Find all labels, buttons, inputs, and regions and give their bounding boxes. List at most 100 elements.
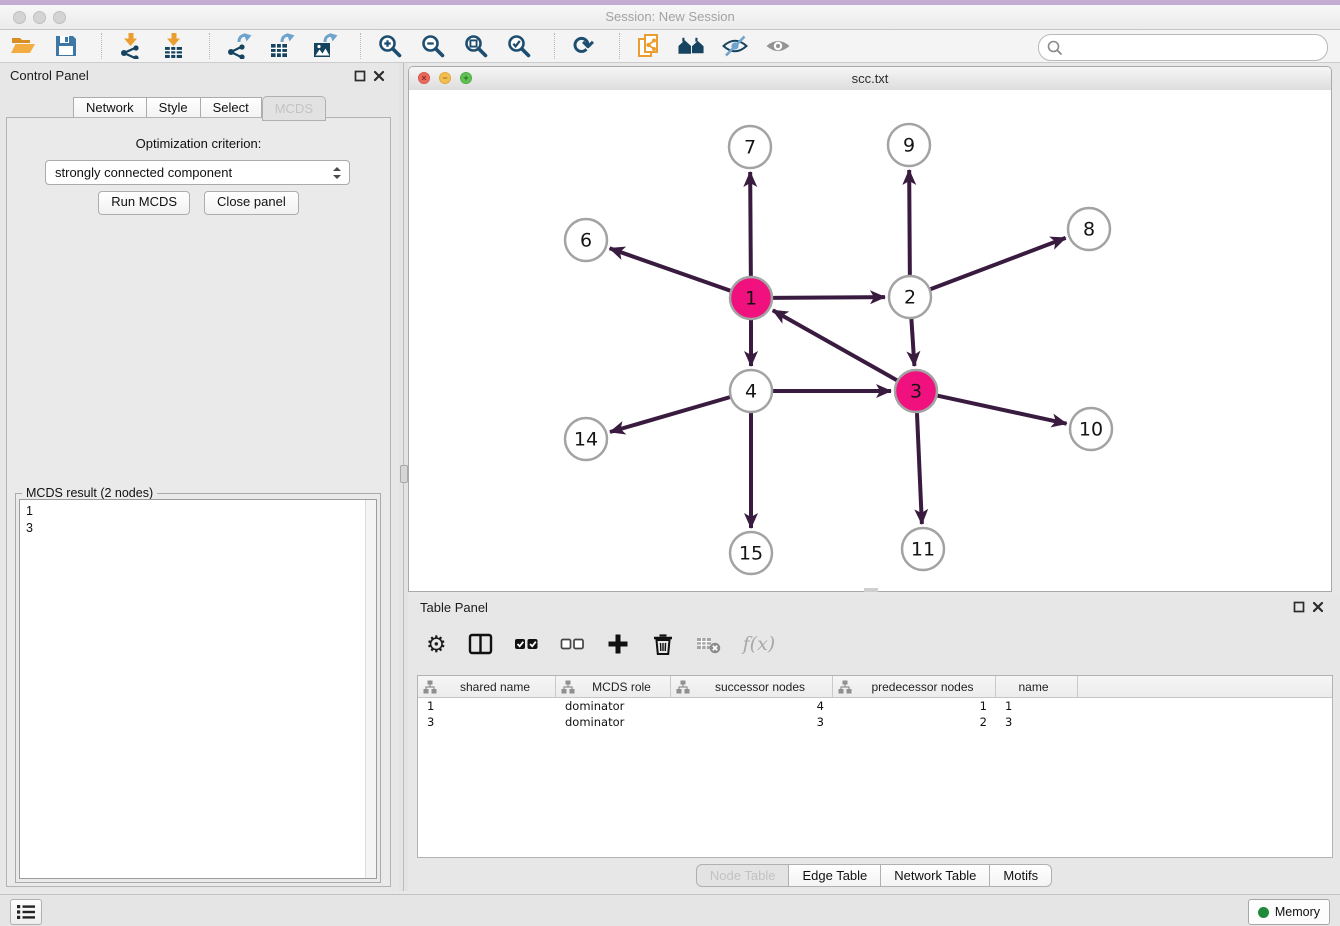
open-file-icon[interactable] (9, 33, 36, 60)
deselect-all-icon[interactable] (560, 630, 585, 658)
toolbar-separator (619, 33, 621, 59)
table-cell[interactable]: 2 (833, 714, 996, 730)
tab-motifs[interactable]: Motifs (990, 864, 1052, 887)
search-box[interactable] (1038, 34, 1328, 61)
graph-node-label-8: 8 (1083, 219, 1095, 241)
tab-style[interactable]: Style (147, 97, 201, 119)
settings-icon[interactable]: ⚙ (426, 630, 447, 658)
main-toolbar: ⟳ (0, 30, 1340, 63)
delete-table-icon[interactable] (696, 630, 722, 658)
hide-graphics-details-icon[interactable] (721, 33, 748, 60)
table-cell[interactable]: 1 (996, 698, 1078, 714)
network-window-titlebar[interactable]: × − + scc.txt (409, 67, 1331, 91)
graph-edge-2-9[interactable] (909, 170, 910, 276)
zoom-fit-icon[interactable] (462, 33, 489, 60)
float-panel-icon[interactable] (354, 70, 366, 82)
close-panel-button[interactable]: Close panel (204, 191, 299, 215)
network-resize-handle[interactable] (864, 588, 878, 592)
show-graphics-details-icon[interactable] (764, 33, 791, 60)
graph-edge-2-3[interactable] (911, 318, 914, 366)
memory-status-icon (1258, 907, 1269, 918)
run-mcds-button[interactable]: Run MCDS (98, 191, 190, 215)
refresh-icon[interactable]: ⟳ (570, 33, 597, 60)
graph-edge-3-11[interactable] (917, 412, 922, 524)
graph-edge-1-2[interactable] (772, 297, 885, 298)
criterion-value: strongly connected component (46, 165, 329, 180)
column-header-successor-nodes[interactable]: successor nodes (671, 676, 833, 697)
task-list-button[interactable] (10, 899, 42, 925)
search-icon (1046, 39, 1064, 57)
close-table-panel-icon[interactable] (1312, 601, 1324, 613)
tab-network-table[interactable]: Network Table (881, 864, 990, 887)
toolbar-separator (360, 33, 362, 59)
graph-edge-3-1[interactable] (773, 310, 898, 380)
graph-edge-1-7[interactable] (750, 172, 751, 277)
table-row[interactable]: 1dominator411 (418, 698, 1332, 714)
result-scrollbar[interactable] (365, 500, 376, 878)
memory-label: Memory (1275, 905, 1320, 919)
close-panel-icon[interactable] (373, 70, 385, 82)
save-session-icon[interactable] (52, 33, 79, 60)
tab-node-table[interactable]: Node Table (696, 864, 790, 887)
splitter-handle[interactable] (400, 465, 408, 483)
export-image-icon[interactable] (311, 33, 338, 60)
table-cell[interactable]: 4 (671, 698, 833, 714)
panel-splitter[interactable] (399, 63, 408, 891)
control-panel-header: Control Panel (0, 63, 399, 89)
export-network-icon[interactable] (225, 33, 252, 60)
tab-select[interactable]: Select (201, 97, 262, 119)
float-table-panel-icon[interactable] (1293, 601, 1305, 613)
mcds-result-box[interactable]: 1 3 (19, 499, 377, 879)
mcds-result-title: MCDS result (2 nodes) (22, 486, 157, 500)
app-window: Session: New Session ⟳ Control Panel (0, 0, 1340, 926)
column-header-predecessor-nodes[interactable]: predecessor nodes (833, 676, 996, 697)
table-body: 1dominator4113dominator323 (418, 698, 1332, 730)
node-table: shared nameMCDS rolesuccessor nodesprede… (417, 675, 1333, 858)
delete-column-icon[interactable] (651, 630, 675, 658)
select-all-icon[interactable] (514, 630, 539, 658)
network-from-selection-icon[interactable] (635, 33, 662, 60)
search-input[interactable] (1064, 38, 1327, 58)
table-tabs: Node TableEdge TableNetwork TableMotifs (408, 864, 1340, 887)
table-row[interactable]: 3dominator323 (418, 714, 1332, 730)
table-cell[interactable]: dominator (556, 698, 671, 714)
table-panel: Table Panel ⚙ f(x) shared nameMCDS rolesu… (408, 595, 1340, 890)
table-cell[interactable]: 3 (671, 714, 833, 730)
import-table-icon[interactable] (160, 33, 187, 60)
zoom-out-icon[interactable] (419, 33, 446, 60)
graph-edge-2-8[interactable] (930, 238, 1066, 290)
network-graph: 7968124314101511 (409, 90, 1331, 591)
graph-edge-1-6[interactable] (610, 248, 732, 291)
table-cell[interactable]: 3 (996, 714, 1078, 730)
export-table-icon[interactable] (268, 33, 295, 60)
tab-mcds[interactable]: MCDS (262, 96, 326, 121)
column-header-mcds-role[interactable]: MCDS role (556, 676, 671, 697)
network-canvas[interactable]: 7968124314101511 (409, 90, 1331, 591)
criterion-select[interactable]: strongly connected component (45, 160, 350, 185)
tab-network[interactable]: Network (73, 97, 147, 119)
graph-edge-3-10[interactable] (937, 395, 1067, 423)
table-cell[interactable]: 3 (418, 714, 556, 730)
add-column-icon[interactable] (606, 630, 630, 658)
tab-edge-table[interactable]: Edge Table (789, 864, 881, 887)
toolbar-separator (554, 33, 556, 59)
graph-node-label-1: 1 (745, 288, 757, 310)
graph-edge-4-14[interactable] (610, 397, 731, 432)
import-network-icon[interactable] (117, 33, 144, 60)
mcds-result-lines: 1 3 (26, 503, 33, 537)
function-builder-icon[interactable]: f(x) (743, 630, 776, 658)
mcds-panel: Optimization criterion: strongly connect… (6, 117, 391, 887)
table-panel-title: Table Panel (420, 600, 488, 615)
column-header-name[interactable]: name (996, 676, 1078, 697)
memory-button[interactable]: Memory (1248, 899, 1330, 925)
table-cell[interactable]: 1 (833, 698, 996, 714)
table-cell[interactable]: dominator (556, 714, 671, 730)
control-panel-title: Control Panel (10, 68, 89, 83)
zoom-selected-icon[interactable] (505, 33, 532, 60)
column-header-shared-name[interactable]: shared name (418, 676, 556, 697)
zoom-in-icon[interactable] (376, 33, 403, 60)
table-cell[interactable]: 1 (418, 698, 556, 714)
home-icon[interactable] (678, 33, 705, 60)
split-view-icon[interactable] (468, 630, 493, 658)
task-list-icon (16, 903, 36, 921)
